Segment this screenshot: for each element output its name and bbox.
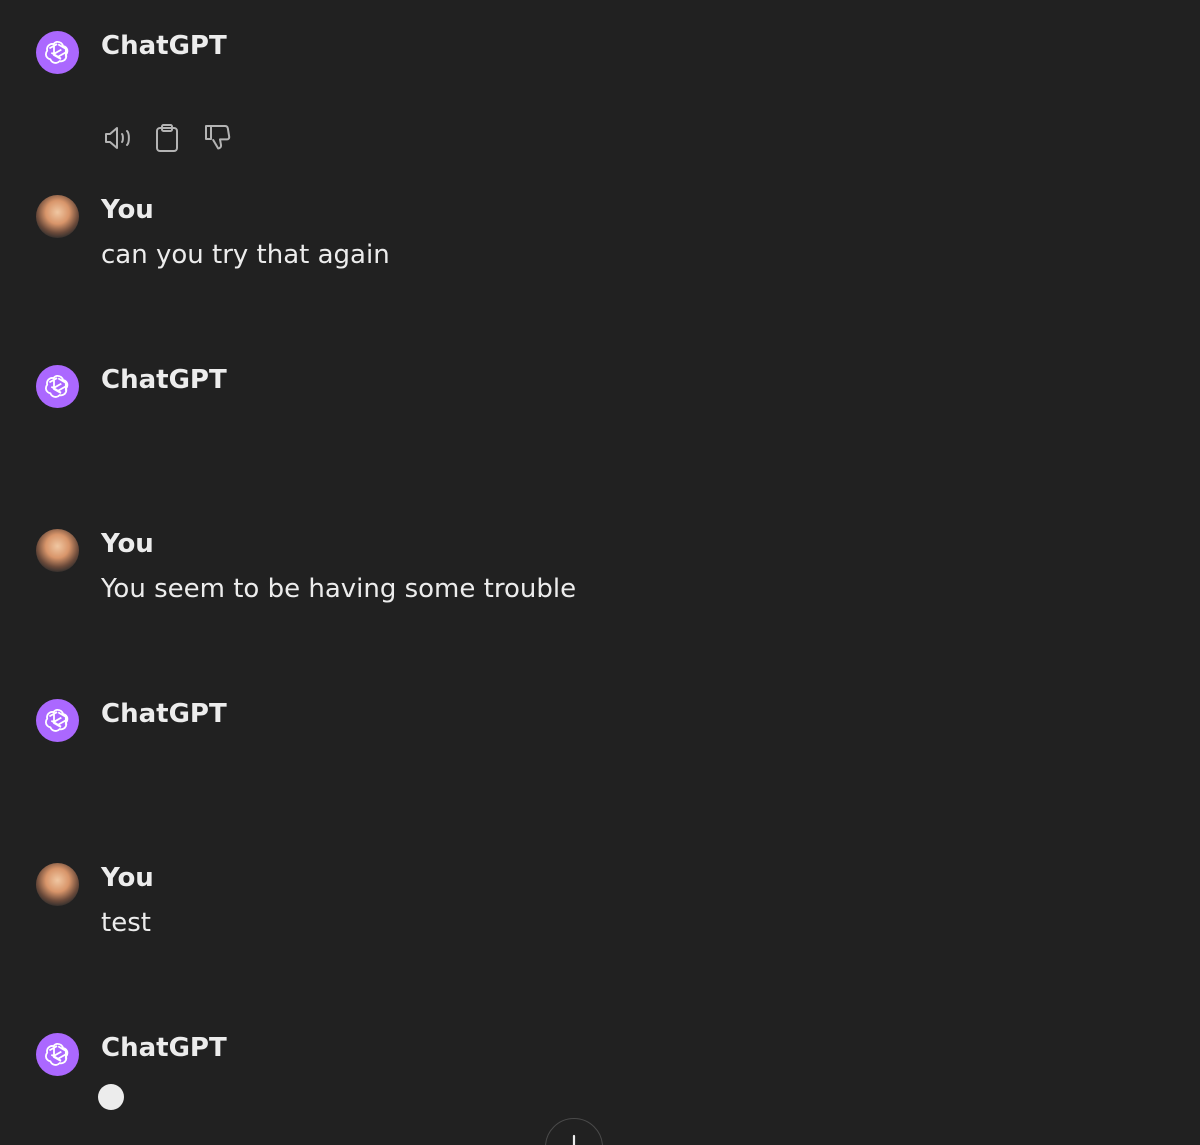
user-avatar (36, 529, 79, 572)
openai-logo-icon (44, 40, 69, 64)
message-author: ChatGPT (101, 31, 227, 61)
assistant-message: ChatGPT (36, 365, 1156, 415)
user-message: You You seem to be having some trouble (36, 529, 1156, 619)
scroll-to-bottom-button[interactable] (545, 1118, 603, 1145)
message-author: ChatGPT (101, 1033, 227, 1063)
message-author: You (101, 195, 154, 225)
typing-indicator (98, 1084, 124, 1110)
openai-logo-icon (44, 1042, 69, 1066)
speaker-icon (105, 127, 130, 149)
read-aloud-button[interactable] (101, 120, 137, 156)
message-text: You seem to be having some trouble (101, 574, 577, 604)
assistant-avatar (36, 1033, 79, 1076)
user-message: You test (36, 863, 1156, 953)
message-author: ChatGPT (101, 699, 227, 729)
assistant-avatar (36, 365, 79, 408)
thumbs-down-icon (205, 125, 231, 150)
message-author: You (101, 863, 154, 893)
assistant-message: ChatGPT (36, 1033, 1156, 1083)
bad-response-button[interactable] (199, 120, 235, 156)
message-text: can you try that again (101, 240, 390, 270)
chat-thread: ChatGPT You can you try that again ChatG… (0, 0, 1200, 1145)
copy-button[interactable] (149, 120, 185, 156)
assistant-avatar (36, 699, 79, 742)
clipboard-icon (156, 124, 178, 152)
openai-logo-icon (44, 708, 69, 732)
arrow-down-icon (572, 1134, 576, 1145)
message-author: ChatGPT (101, 365, 227, 395)
openai-logo-icon (44, 374, 69, 398)
user-message: You can you try that again (36, 195, 1156, 285)
user-avatar (36, 863, 79, 906)
message-text: test (101, 908, 151, 938)
assistant-avatar (36, 31, 79, 74)
assistant-message: ChatGPT (36, 699, 1156, 749)
message-author: You (101, 529, 154, 559)
user-avatar (36, 195, 79, 238)
